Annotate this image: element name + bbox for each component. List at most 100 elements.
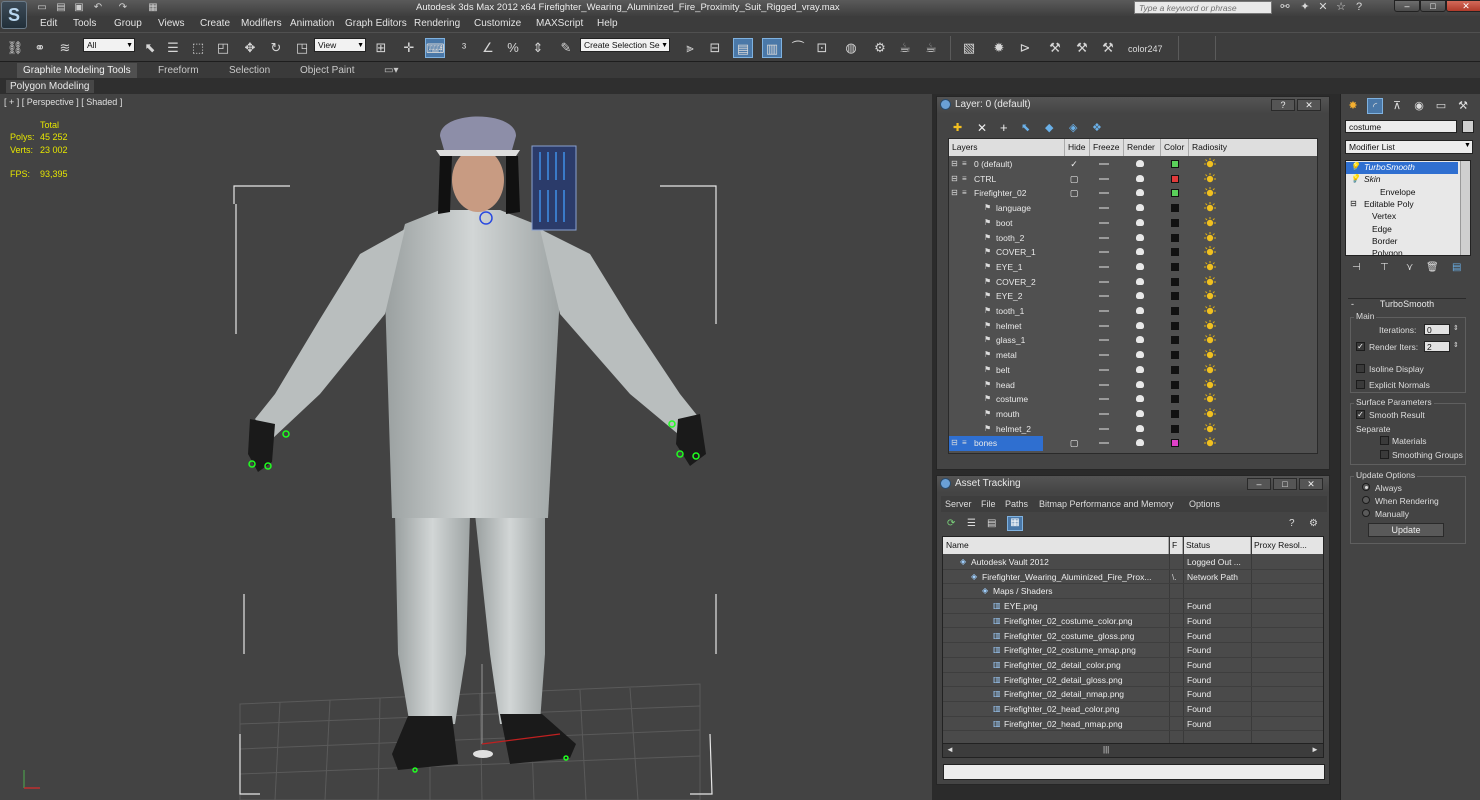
hide-all-icon[interactable]: ◈	[1069, 121, 1077, 134]
freeze-all-icon[interactable]: ❖	[1092, 121, 1102, 134]
turbosmooth-rollout-title[interactable]: - TurboSmooth	[1348, 298, 1466, 310]
layer-row[interactable]: ⚑ boot	[949, 216, 1317, 231]
tab-freeform[interactable]: Freeform	[152, 63, 205, 78]
layer-freeze-toggle[interactable]	[1099, 207, 1109, 210]
pin-stack-icon[interactable]: ⊣	[1352, 262, 1361, 273]
modifier-stack-item[interactable]: 💡 Skin	[1346, 174, 1458, 186]
viewport-label[interactable]: [ + ] [ Perspective ] [ Shaded ]	[4, 97, 122, 107]
col-render[interactable]: Render	[1124, 139, 1161, 156]
layer-expand-icon[interactable]: ⊟	[951, 159, 958, 168]
object-color-swatch[interactable]	[1462, 120, 1474, 133]
asset-row[interactable]: ▥ Firefighter_02_head_color.png Found	[943, 702, 1323, 717]
modifier-list-select[interactable]: Modifier List	[1345, 140, 1473, 154]
scroll-left-icon[interactable]: ◄	[946, 745, 954, 754]
layer-hide-toggle[interactable]	[1068, 305, 1080, 317]
layer-hide-toggle[interactable]	[1068, 364, 1080, 376]
layer-color-swatch[interactable]	[1171, 189, 1179, 198]
layer-color-swatch[interactable]	[1171, 218, 1179, 227]
layer-render-teapot-icon[interactable]	[1136, 277, 1144, 285]
menu-create[interactable]: Create	[200, 18, 230, 29]
layer-row[interactable]: ⚑ helmet	[949, 319, 1317, 334]
help-search-input[interactable]: Type a keyword or phrase	[1134, 1, 1272, 14]
radiosity-light-icon[interactable]	[1204, 319, 1216, 332]
ribbon-options-icon[interactable]: ▭▾	[378, 63, 404, 78]
radiosity-light-icon[interactable]	[1204, 407, 1216, 420]
radiosity-light-icon[interactable]	[1204, 422, 1216, 435]
asset-menu-file[interactable]: File	[981, 499, 996, 509]
bind-space-warp-icon[interactable]: ≋	[55, 38, 75, 58]
layer-freeze-toggle[interactable]	[1099, 251, 1109, 254]
layer-manager-icon[interactable]: ▤	[733, 38, 753, 58]
radiosity-light-icon[interactable]	[1204, 216, 1216, 229]
layer-hide-toggle[interactable]	[1068, 261, 1080, 273]
render-iters-checkbox[interactable]: ✓	[1356, 342, 1365, 351]
layer-row[interactable]: ⊟ ≡ Firefighter_02 ▢	[949, 186, 1317, 201]
layer-expand-icon[interactable]: ⊟	[951, 438, 958, 447]
asset-menu-bitmap-performance[interactable]: Bitmap Performance and Memory	[1039, 499, 1174, 509]
render-iters-spinner[interactable]: 2	[1424, 341, 1450, 352]
layer-row[interactable]: ⚑ costume	[949, 392, 1317, 407]
asset-minimize-button[interactable]: –	[1247, 478, 1271, 490]
layer-color-swatch[interactable]	[1171, 277, 1179, 286]
add-to-layer-icon[interactable]: +	[1000, 120, 1008, 135]
layer-color-swatch[interactable]	[1171, 174, 1179, 183]
rig-tools-icon[interactable]: ⚒	[1098, 38, 1118, 58]
layer-freeze-toggle[interactable]	[1099, 163, 1109, 165]
remove-modifier-icon[interactable]: 🗑	[1426, 262, 1439, 273]
layer-hide-toggle[interactable]	[1068, 334, 1080, 346]
asset-settings-icon[interactable]: ⚙	[1309, 518, 1318, 529]
radiosity-light-icon[interactable]	[1204, 349, 1216, 361]
table-view-icon[interactable]: ▦	[1007, 516, 1023, 531]
maximize-button[interactable]: □	[1420, 0, 1446, 12]
layer-render-teapot-icon[interactable]	[1136, 174, 1144, 182]
graphite-toggle-icon[interactable]: ▥	[762, 38, 782, 58]
menu-group[interactable]: Group	[114, 18, 142, 29]
layer-color-swatch[interactable]	[1171, 365, 1179, 374]
minimize-button[interactable]: –	[1394, 0, 1420, 12]
object-name-field[interactable]: costume	[1345, 120, 1457, 133]
radiosity-light-icon[interactable]	[1204, 172, 1216, 185]
selection-filter-select[interactable]: All	[83, 38, 135, 52]
utilities-tab-icon[interactable]: ⚒	[1455, 98, 1471, 114]
angle-snap-icon[interactable]: ∠	[478, 38, 498, 58]
select-object-icon[interactable]: ⬉	[140, 38, 160, 58]
rotate-icon[interactable]: ↻	[266, 38, 286, 58]
binoculars-icon[interactable]: ⚯	[1278, 1, 1292, 14]
layer-row[interactable]: ⚑ head	[949, 378, 1317, 393]
layer-render-teapot-icon[interactable]	[1136, 248, 1144, 256]
asset-row[interactable]: ▥ Firefighter_02_detail_nmap.png Found	[943, 687, 1323, 702]
material-editor-icon[interactable]: ◍	[841, 38, 861, 58]
open-file-icon[interactable]: ▤	[55, 2, 67, 13]
asset-menu-paths[interactable]: Paths	[1005, 499, 1028, 509]
layer-render-teapot-icon[interactable]	[1136, 380, 1144, 388]
render-production-icon[interactable]: ☕	[921, 38, 941, 58]
col-f[interactable]: F	[1169, 537, 1183, 554]
pivot-center-icon[interactable]: ⊞	[371, 38, 391, 58]
layer-render-teapot-icon[interactable]	[1136, 336, 1144, 344]
layer-hide-toggle[interactable]	[1068, 408, 1080, 420]
layer-row[interactable]: ⚑ mouth	[949, 407, 1317, 422]
radiosity-light-icon[interactable]	[1204, 246, 1216, 258]
create-layer-icon[interactable]: ✚	[953, 121, 962, 134]
vray-frame-buffer-icon[interactable]: ▧	[959, 38, 979, 58]
smooth-result-checkbox[interactable]: ✓	[1356, 410, 1365, 419]
layer-hide-toggle[interactable]	[1068, 393, 1080, 405]
layer-row[interactable]: ⚑ glass_1	[949, 333, 1317, 348]
layer-color-swatch[interactable]	[1171, 395, 1179, 404]
layer-row[interactable]: ⚑ tooth_2	[949, 231, 1317, 246]
iterations-spinner-arrows-icon[interactable]: ⇕	[1453, 324, 1459, 332]
render-iters-spinner-arrows-icon[interactable]: ⇕	[1453, 341, 1459, 349]
layer-color-swatch[interactable]	[1171, 380, 1179, 389]
display-tab-icon[interactable]: ▭	[1433, 98, 1449, 114]
layer-row[interactable]: ⊟ ≡ bones ▢	[949, 436, 1317, 451]
help-icon[interactable]: ?	[1352, 1, 1366, 14]
iterations-spinner[interactable]: 0	[1424, 324, 1450, 335]
hierarchy-tab-icon[interactable]: ⊼	[1389, 98, 1405, 114]
scroll-thumb-icon[interactable]: |||	[1103, 745, 1109, 754]
undo-icon[interactable]: ↶	[92, 2, 104, 13]
layer-freeze-toggle[interactable]	[1099, 177, 1109, 180]
unlink-icon[interactable]: ⚭	[30, 38, 50, 58]
rendered-frame-window-icon[interactable]: ☕	[895, 38, 915, 58]
communication-icon[interactable]: ✕	[1316, 1, 1330, 14]
menu-graph-editors[interactable]: Graph Editors	[345, 18, 407, 29]
